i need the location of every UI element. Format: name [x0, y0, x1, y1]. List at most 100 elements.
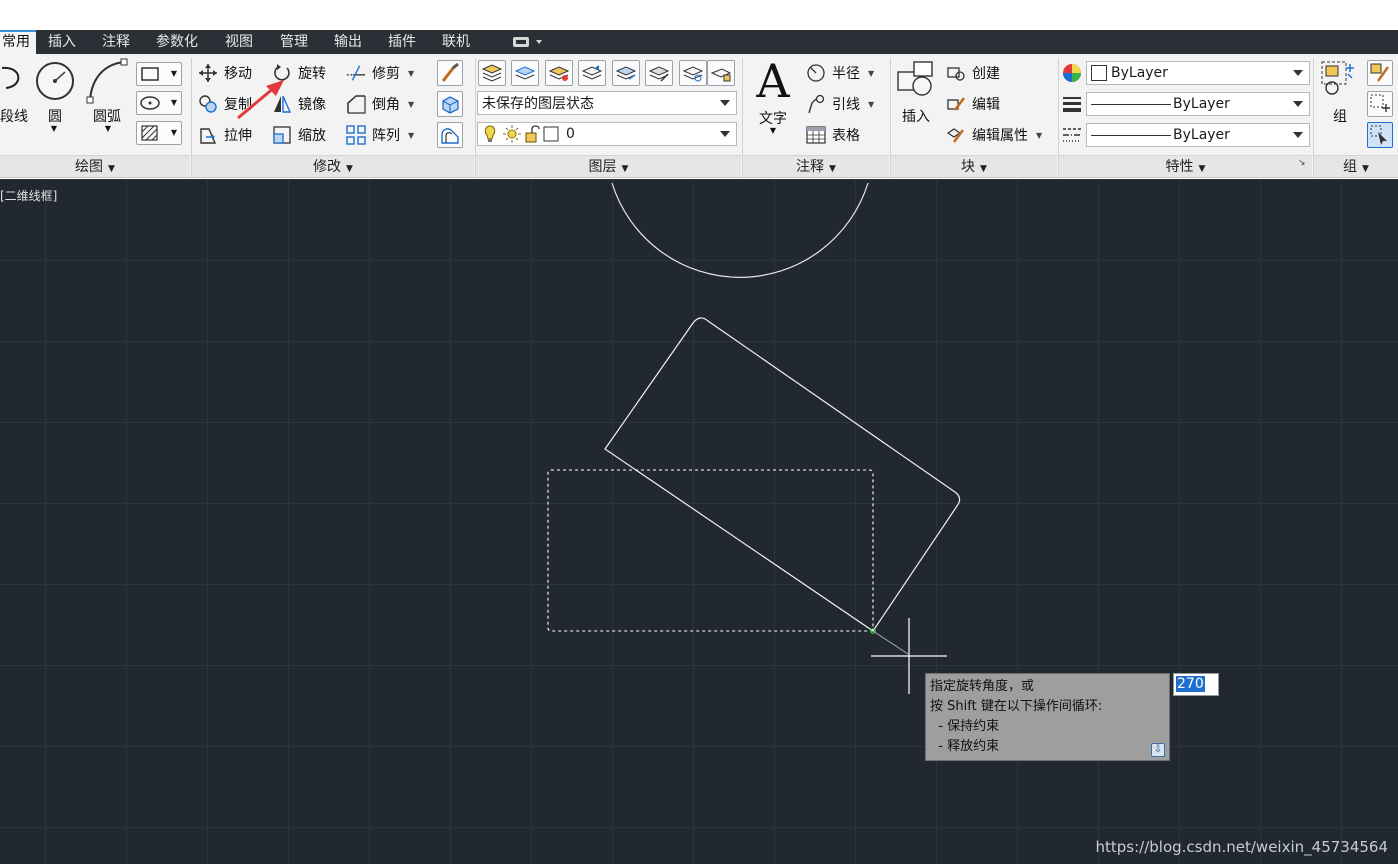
workspace-toggle-icon[interactable] — [512, 35, 544, 49]
edit-block-icon — [946, 94, 966, 114]
match-properties-button[interactable] — [437, 60, 463, 86]
lineweight-icon[interactable] — [1062, 94, 1082, 114]
block-panel-title[interactable]: 块 ▼ — [891, 155, 1057, 177]
insert-label[interactable]: 插入 — [896, 106, 936, 126]
color-wheel-icon[interactable] — [1062, 63, 1082, 83]
mirror-button[interactable]: 镜像 — [272, 92, 326, 116]
polyline-icon[interactable] — [0, 60, 30, 104]
rotation-angle-input[interactable]: 270 — [1173, 673, 1219, 696]
chevron-down-icon: ▼ — [1198, 164, 1206, 174]
ungroup-icon — [1370, 63, 1389, 82]
hatch-dropdown-icon[interactable]: ▼ — [171, 128, 177, 137]
array-label: 阵列 — [372, 128, 400, 144]
ungroup-button[interactable] — [1367, 60, 1393, 86]
tab-insert[interactable]: 插入 — [48, 30, 76, 54]
tab-plugins[interactable]: 插件 — [388, 30, 416, 54]
rectangle-tool[interactable]: ▼ — [136, 62, 182, 86]
arc-dropdown-icon[interactable]: ▼ — [102, 124, 114, 133]
rectangle-dropdown-icon[interactable]: ▼ — [171, 69, 177, 78]
scale-button[interactable]: 缩放 — [272, 123, 326, 147]
move-icon — [198, 63, 218, 83]
layer-isolate-button[interactable] — [511, 60, 539, 86]
insert-block-icon[interactable] — [896, 60, 938, 104]
fillet-button[interactable]: 倒角 ▼ — [346, 92, 414, 116]
stretch-button[interactable]: 拉伸 — [198, 123, 252, 147]
tab-home[interactable]: 常用 — [0, 30, 36, 54]
layer-match-button[interactable] — [545, 60, 573, 86]
dialog-launcher-icon[interactable]: ↘ — [1298, 158, 1306, 168]
layer-dropdown[interactable]: 0 — [477, 122, 737, 146]
leader-label: 引线 — [832, 97, 860, 113]
linetype-value: ByLayer — [1173, 127, 1230, 143]
tab-online[interactable]: 联机 — [442, 30, 470, 54]
text-tool-icon[interactable]: A — [752, 54, 794, 108]
offset-button[interactable] — [437, 122, 463, 148]
color-dropdown[interactable]: ByLayer — [1086, 61, 1310, 85]
table-button[interactable]: 表格 — [806, 123, 860, 147]
edit-block-button[interactable]: 编辑 — [946, 92, 1000, 116]
circle-icon[interactable] — [34, 60, 76, 102]
draw-panel-title[interactable]: 绘图 ▼ — [0, 155, 190, 177]
text-tool-label[interactable]: 文字 — [752, 108, 794, 128]
radius-label: 半径 — [832, 66, 860, 82]
layer-properties-button[interactable] — [478, 60, 506, 86]
hatch-icon — [141, 125, 158, 141]
rotate-button[interactable]: 旋转 — [272, 61, 326, 85]
linetype-icon[interactable] — [1062, 125, 1082, 145]
arc-label[interactable]: 圆弧 — [88, 106, 126, 126]
tab-view[interactable]: 视图 — [225, 30, 253, 54]
edit-attributes-button[interactable]: 编辑属性 ▼ — [946, 123, 1042, 147]
layer-previous-button[interactable] — [578, 60, 606, 86]
polyline-label[interactable]: 段线 — [0, 106, 28, 126]
leader-dropdown-icon[interactable]: ▼ — [868, 100, 874, 109]
arrow-down-icon[interactable]: ⇩ — [1151, 743, 1165, 757]
properties-panel-title[interactable]: 特性 ▼ — [1059, 155, 1312, 177]
leader-button[interactable]: 引线 ▼ — [806, 92, 874, 116]
hatch-tool[interactable]: ▼ — [136, 121, 182, 145]
ellipse-dropdown-icon[interactable]: ▼ — [171, 98, 177, 107]
layer-freeze-button[interactable] — [612, 60, 640, 86]
edit-3d-button[interactable] — [437, 91, 463, 117]
tab-annotate[interactable]: 注释 — [102, 30, 130, 54]
group-label[interactable]: 组 — [1322, 106, 1358, 126]
radius-dimension-button[interactable]: 半径 ▼ — [806, 61, 874, 85]
text-dropdown-icon[interactable]: ▼ — [767, 126, 779, 135]
color-value: ByLayer — [1111, 65, 1168, 81]
array-dropdown-icon[interactable]: ▼ — [408, 131, 414, 140]
trim-dropdown-icon[interactable]: ▼ — [408, 69, 414, 78]
tab-output[interactable]: 输出 — [334, 30, 362, 54]
ellipse-tool[interactable]: ▼ — [136, 91, 182, 115]
trim-button[interactable]: 修剪 ▼ — [346, 61, 414, 85]
modify-panel-title[interactable]: 修改 ▼ — [192, 155, 474, 177]
circle-label[interactable]: 圆 — [40, 106, 70, 126]
edit-attributes-dropdown-icon[interactable]: ▼ — [1036, 131, 1042, 140]
arc-icon[interactable] — [86, 58, 128, 104]
move-button[interactable]: 移动 — [198, 61, 252, 85]
drawing-geometry — [547, 182, 961, 694]
ribbon-tab-bar: 常用 插入 注释 参数化 视图 管理 输出 插件 联机 — [0, 30, 1398, 54]
lineweight-dropdown[interactable]: ByLayer — [1086, 92, 1310, 116]
linetype-dropdown[interactable]: ByLayer — [1086, 123, 1310, 147]
array-button[interactable]: 阵列 ▼ — [346, 123, 414, 147]
group-selection-toggle[interactable] — [1367, 122, 1393, 148]
circle-dropdown-icon[interactable]: ▼ — [48, 124, 60, 133]
layers-panel-title[interactable]: 图层 ▼ — [476, 155, 741, 177]
group-panel-title[interactable]: 组 ▼ — [1314, 155, 1398, 177]
tab-manage[interactable]: 管理 — [280, 30, 308, 54]
create-block-button[interactable]: 创建 — [946, 61, 1000, 85]
radius-dropdown-icon[interactable]: ▼ — [868, 69, 874, 78]
layers-panel-title-text: 图层 — [588, 159, 617, 175]
layer-unlock-button[interactable] — [707, 60, 735, 86]
layer-state-dropdown[interactable]: 未保存的图层状态 — [477, 91, 737, 115]
tab-parametric[interactable]: 参数化 — [156, 30, 198, 54]
layer-match-icon — [548, 66, 570, 81]
copy-button[interactable]: 复制 — [198, 92, 252, 116]
layer-lock-button[interactable] — [679, 60, 707, 86]
layer-off-button[interactable] — [645, 60, 673, 86]
group-icon[interactable] — [1320, 60, 1362, 102]
chevron-down-icon — [1293, 132, 1303, 138]
group-edit-button[interactable] — [1367, 91, 1393, 117]
fillet-dropdown-icon[interactable]: ▼ — [408, 100, 414, 109]
annotation-panel-title[interactable]: 注释 ▼ — [743, 155, 889, 177]
drawing-canvas[interactable]: [二维线框] 指定旋转角度，或 按 Shift 键在以下操作间循环: - 保持约… — [0, 179, 1398, 864]
